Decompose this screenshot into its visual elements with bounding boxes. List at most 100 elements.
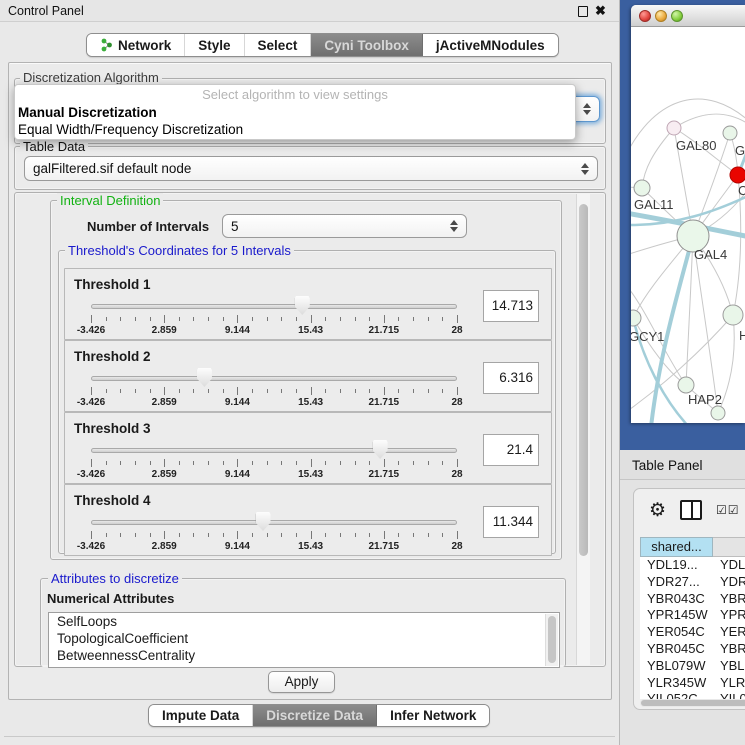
threshold-title: Threshold 4: [74, 493, 151, 508]
attribute-list-item[interactable]: BetweennessCentrality: [49, 647, 559, 664]
network-canvas[interactable]: GAL80GACGAL11GAL4HGCY1HAP2: [631, 27, 745, 423]
table-row[interactable]: YDL19...YDL1: [640, 557, 745, 574]
column-header-name[interactable]: n: [713, 537, 745, 557]
network-view-window[interactable]: GAL80GACGAL11GAL4HGCY1HAP2: [631, 5, 745, 423]
table-row[interactable]: YBR043CYBR0: [640, 591, 745, 608]
network-node-label: GAL80: [676, 138, 716, 153]
network-edge[interactable]: [642, 128, 674, 188]
close-traffic-icon[interactable]: [639, 10, 651, 22]
slider-tick-label: 28: [451, 469, 462, 480]
network-edge[interactable]: [674, 114, 745, 128]
attributes-scrollbar[interactable]: [545, 614, 558, 666]
gear-icon[interactable]: ⚙: [649, 501, 666, 520]
slider-track[interactable]: [91, 448, 457, 453]
threshold-value-field[interactable]: 6.316: [483, 362, 539, 394]
slider-tick-label: -3.426: [77, 469, 105, 480]
threshold-value-field[interactable]: 11.344: [483, 506, 539, 538]
table-row[interactable]: YBL079WYBL0: [640, 658, 745, 675]
tab-select[interactable]: Select: [245, 34, 312, 56]
network-node[interactable]: [723, 305, 743, 325]
threshold-panel: Threshold 4 -3.4262.8599.14415.4321.7152…: [64, 484, 552, 556]
table-horizontal-scrollbar[interactable]: [640, 699, 745, 707]
slider-handle-icon[interactable]: [373, 440, 388, 459]
threshold-slider[interactable]: -3.4262.8599.14415.4321.71528: [91, 299, 457, 337]
column-header-shared[interactable]: shared...: [640, 537, 713, 557]
slider-tick-label: 9.144: [225, 469, 250, 480]
network-node[interactable]: [634, 180, 650, 196]
network-node[interactable]: [711, 406, 725, 420]
threshold-value-field[interactable]: 21.4: [483, 434, 539, 466]
tab-discretize-data[interactable]: Discretize Data: [253, 705, 377, 726]
table-data-combobox[interactable]: galFiltered.sif default node: [24, 156, 598, 181]
minimize-traffic-icon[interactable]: [655, 10, 667, 22]
algorithm-option[interactable]: Manual Discretization: [15, 104, 575, 121]
network-node[interactable]: [631, 310, 641, 326]
network-edge[interactable]: [693, 236, 718, 413]
attribute-list-item[interactable]: TopologicalCoefficient: [49, 630, 559, 647]
slider-track[interactable]: [91, 304, 457, 309]
table-row[interactable]: YBR045CYBR0: [640, 641, 745, 658]
threshold-slider[interactable]: -3.4262.8599.14415.4321.71528: [91, 371, 457, 409]
attribute-list-item[interactable]: SelfLoops: [49, 613, 559, 630]
network-node-label: C: [738, 183, 745, 198]
apply-button[interactable]: Apply: [268, 671, 335, 693]
slider-handle-icon[interactable]: [197, 368, 212, 387]
slider-track[interactable]: [91, 376, 457, 381]
slider-track[interactable]: [91, 520, 457, 525]
slider-tick-label: 9.144: [225, 325, 250, 336]
slider-tick-label: 28: [451, 397, 462, 408]
slider-tick-label: 2.859: [152, 397, 177, 408]
algorithm-option[interactable]: Equal Width/Frequency Discretization: [15, 121, 575, 138]
tab-cyni-toolbox[interactable]: Cyni Toolbox: [311, 34, 423, 56]
threshold-value-field[interactable]: 14.713: [483, 290, 539, 322]
network-node[interactable]: [723, 126, 737, 140]
tab-infer-network[interactable]: Infer Network: [377, 705, 489, 726]
slider-tick-label: 9.144: [225, 541, 250, 552]
slider-ticks: [91, 387, 457, 396]
table-panel: Table Panel ⚙ ☑☑ shared... n YDL19...YDL…: [620, 450, 745, 745]
slider-tick-label: -3.426: [77, 397, 105, 408]
tab-style[interactable]: Style: [185, 34, 244, 56]
network-node-label: GA: [735, 143, 745, 158]
attribute-items: SelfLoopsTopologicalCoefficientBetweenne…: [49, 613, 559, 664]
numerical-attributes-list[interactable]: SelfLoopsTopologicalCoefficientBetweenne…: [48, 612, 560, 668]
threshold-slider[interactable]: -3.4262.8599.14415.4321.71528: [91, 443, 457, 481]
tab-network[interactable]: Network: [87, 34, 185, 56]
slider-tick-label: 28: [451, 541, 462, 552]
table-row[interactable]: YDR27...YDR2: [640, 574, 745, 591]
zoom-traffic-icon[interactable]: [671, 10, 683, 22]
tab-jactivemnodules[interactable]: jActiveMNodules: [423, 34, 558, 56]
select-checkboxes-icon[interactable]: ☑☑: [716, 503, 740, 517]
table-data-selected: galFiltered.sif default node: [33, 161, 191, 176]
num-intervals-combobox[interactable]: 5: [222, 214, 467, 238]
slider-tick-label: 21.715: [369, 541, 400, 552]
table-panel-header: Table Panel: [620, 450, 745, 480]
slider-tick-label: 21.715: [369, 397, 400, 408]
slider-tick-label: 15.43: [298, 325, 323, 336]
tab-impute-data[interactable]: Impute Data: [149, 705, 253, 726]
slider-tick-label: 9.144: [225, 397, 250, 408]
slider-tick-labels: -3.4262.8599.14415.4321.71528: [91, 541, 457, 553]
network-node[interactable]: [667, 121, 681, 135]
table-row[interactable]: YLR345WYLR3: [640, 675, 745, 692]
columns-icon[interactable]: [680, 500, 702, 520]
slider-ticks: [91, 459, 457, 468]
threshold-slider[interactable]: -3.4262.8599.14415.4321.71528: [91, 515, 457, 553]
node-attribute-table[interactable]: shared... n YDL19...YDL1YDR27...YDR2YBR0…: [640, 537, 745, 699]
table-row[interactable]: YPR145WYPR1: [640, 607, 745, 624]
network-icon: [100, 38, 113, 52]
close-icon[interactable]: ✖: [595, 3, 606, 19]
network-node[interactable]: [730, 167, 745, 183]
toolbox-tabbar: Network Style Select Cyni Toolbox jActiv…: [86, 33, 559, 57]
settings-vertical-scrollbar[interactable]: [576, 194, 590, 665]
slider-handle-icon[interactable]: [256, 512, 271, 531]
slider-tick-label: 2.859: [152, 469, 177, 480]
table-row[interactable]: YER054CYER0: [640, 624, 745, 641]
float-window-icon[interactable]: [578, 6, 588, 17]
slider-ticks: [91, 315, 457, 324]
slider-handle-icon[interactable]: [295, 296, 310, 315]
table-row[interactable]: YIL052CYIL0: [640, 691, 745, 699]
network-node[interactable]: [678, 377, 694, 393]
algorithm-popup-hint: Select algorithm to view settings: [15, 87, 575, 104]
app-root: Control Panel ✖ Network Style Select Cyn…: [0, 0, 745, 745]
